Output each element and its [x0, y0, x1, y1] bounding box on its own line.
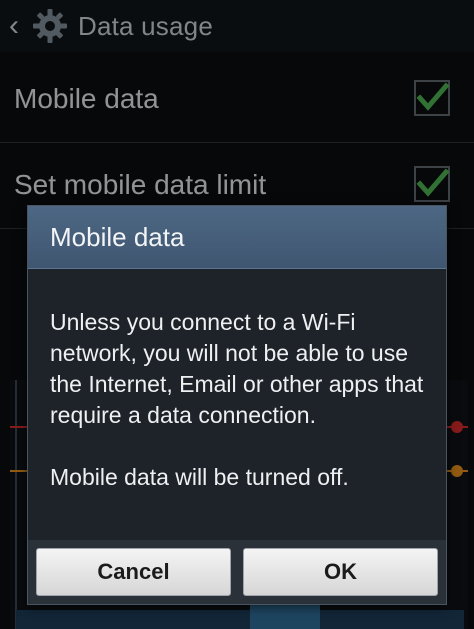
dialog-note: Mobile data will be turned off. — [50, 464, 349, 490]
cancel-button[interactable]: Cancel — [36, 548, 231, 596]
ok-button[interactable]: OK — [243, 548, 438, 596]
dialog-body: Unless you connect to a Wi-Fi network, y… — [28, 269, 446, 493]
dialog-button-bar: Cancel OK — [28, 540, 446, 604]
mobile-data-dialog: Mobile data Unless you connect to a Wi-F… — [27, 205, 447, 605]
dialog-message: Unless you connect to a Wi-Fi network, y… — [50, 309, 424, 428]
dialog-title: Mobile data — [28, 206, 446, 269]
